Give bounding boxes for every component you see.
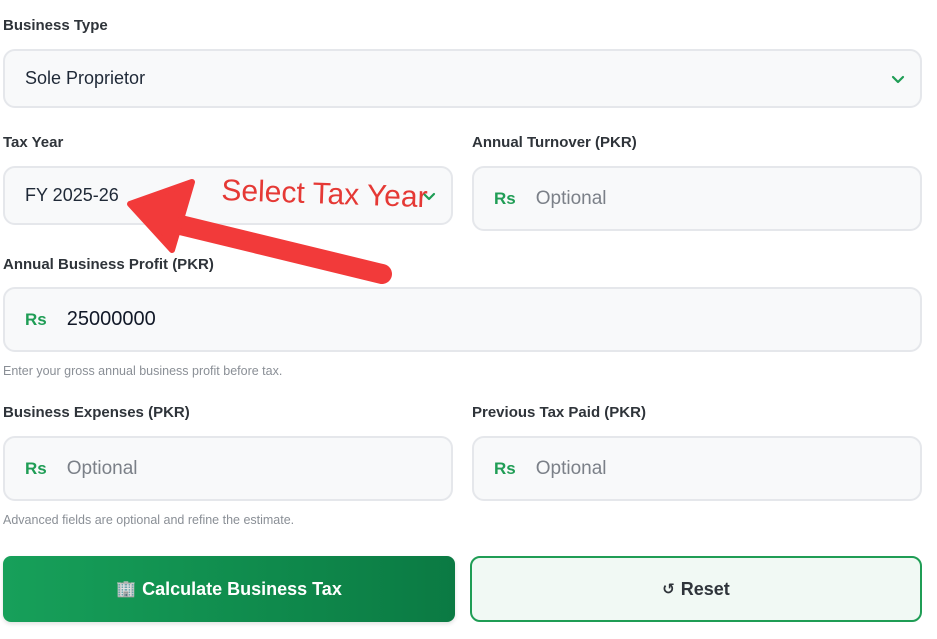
currency-prefix: Rs: [494, 188, 516, 208]
business-type-label: Business Type: [3, 17, 108, 34]
reset-button-label: Reset: [680, 578, 730, 599]
annual-turnover-placeholder: Optional: [535, 187, 607, 209]
business-type-select[interactable]: Sole Proprietor: [3, 49, 922, 108]
business-expenses-input[interactable]: Rs Optional: [3, 436, 453, 501]
annual-profit-help: Enter your gross annual business profit …: [3, 364, 283, 378]
calculate-business-tax-button[interactable]: 🏢 Calculate Business Tax: [3, 556, 455, 622]
business-type-value: Sole Proprietor: [25, 68, 146, 88]
annotation-text: Select Tax Year: [220, 174, 429, 215]
office-building-icon: 🏢: [116, 581, 137, 598]
previous-tax-placeholder: Optional: [535, 457, 607, 479]
previous-tax-label: Previous Tax Paid (PKR): [472, 404, 646, 421]
business-expenses-label: Business Expenses (PKR): [3, 404, 190, 421]
reset-icon: ↺: [662, 581, 675, 598]
reset-button[interactable]: ↺ Reset: [470, 556, 922, 622]
tax-year-value: FY 2025-26: [25, 185, 119, 205]
chevron-down-icon: [891, 75, 905, 83]
annual-turnover-input[interactable]: Rs Optional: [472, 166, 922, 231]
calculate-button-label: Calculate Business Tax: [142, 578, 342, 599]
currency-prefix: Rs: [494, 458, 516, 478]
annual-turnover-label: Annual Turnover (PKR): [472, 134, 637, 151]
currency-prefix: Rs: [25, 458, 47, 478]
business-expenses-placeholder: Optional: [66, 457, 138, 479]
tax-year-label: Tax Year: [3, 134, 64, 151]
previous-tax-input[interactable]: Rs Optional: [472, 436, 922, 501]
advanced-fields-help: Advanced fields are optional and refine …: [3, 513, 295, 527]
annual-profit-value: 25000000: [66, 308, 156, 330]
currency-prefix: Rs: [25, 309, 47, 329]
